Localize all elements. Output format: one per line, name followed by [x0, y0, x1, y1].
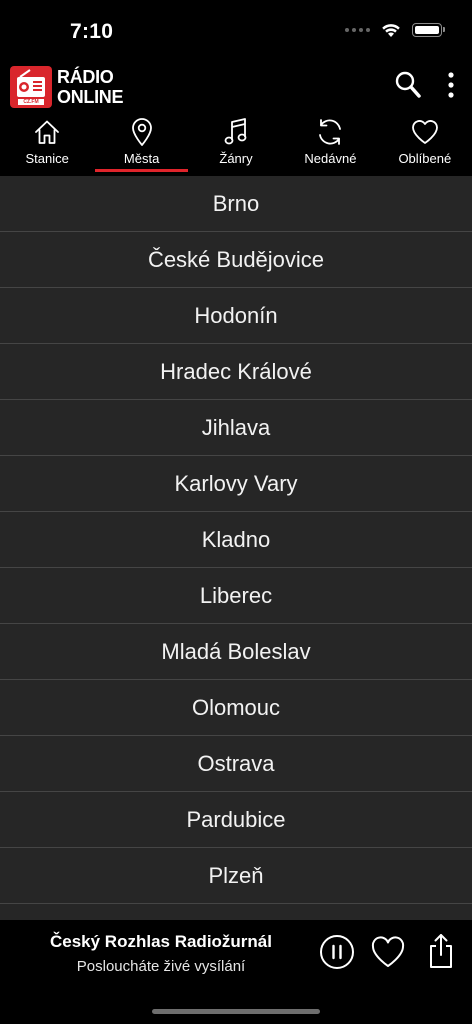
city-list[interactable]: Brno České Budějovice Hodonín Hradec Krá…: [0, 176, 472, 920]
city-item[interactable]: Brno: [0, 176, 472, 232]
logo-wordmark: RÁDIO ONLINE: [57, 67, 124, 107]
status-icons: [345, 22, 445, 38]
pause-button[interactable]: [319, 934, 355, 970]
now-playing-station: Český Rozhlas Radiožurnál: [49, 932, 272, 951]
tab-mesta[interactable]: Města: [94, 116, 189, 176]
tab-label: Žánry: [219, 151, 253, 166]
home-indicator[interactable]: [152, 1009, 320, 1014]
city-item[interactable]: Hodonín: [0, 288, 472, 344]
city-item[interactable]: Pardubice: [0, 792, 472, 848]
city-item[interactable]: Liberec: [0, 568, 472, 624]
tab-oblibene[interactable]: Oblíbené: [378, 116, 472, 176]
refresh-icon: [319, 119, 342, 145]
tab-zanry[interactable]: Žánry: [189, 116, 283, 176]
category-tabs: Stanice Města Žánry Nedávné Oblíbené: [0, 116, 472, 176]
city-item[interactable]: Ostrava: [0, 736, 472, 792]
status-time: 7:10: [70, 20, 114, 43]
music-note-icon: [224, 118, 247, 145]
city-item[interactable]: Hradec Králové: [0, 344, 472, 400]
app-header: CZ.FM RÁDIO ONLINE: [0, 60, 472, 116]
search-icon[interactable]: [394, 70, 422, 100]
logo-badge: CZ.FM: [23, 99, 39, 105]
tab-label: Města: [123, 151, 160, 166]
logo-line-1: RÁDIO: [57, 67, 114, 87]
city-item[interactable]: Olomouc: [0, 680, 472, 736]
radio-logo-icon: CZ.FM: [10, 66, 52, 108]
status-bar: 7:10: [0, 0, 472, 60]
now-playing-bar[interactable]: Český Rozhlas Radiožurnál Posloucháte ži…: [0, 920, 472, 1024]
cellular-signal-icon: [345, 28, 370, 32]
tab-stanice[interactable]: Stanice: [0, 116, 94, 176]
tab-label: Oblíbené: [398, 151, 452, 166]
home-icon: [35, 120, 60, 144]
city-item[interactable]: Jihlava: [0, 400, 472, 456]
tab-label: Nedávné: [304, 151, 357, 166]
share-button[interactable]: [427, 932, 455, 970]
favorite-heart-button[interactable]: [370, 935, 406, 969]
wifi-icon: [382, 24, 400, 37]
city-item[interactable]: Kladno: [0, 512, 472, 568]
city-item[interactable]: Karlovy Vary: [0, 456, 472, 512]
tab-nedavne[interactable]: Nedávné: [283, 116, 377, 176]
logo-line-2: ONLINE: [57, 87, 124, 107]
city-item[interactable]: České Budějovice: [0, 232, 472, 288]
now-playing-status: Posloucháte živé vysílání: [76, 958, 246, 975]
header-actions: [394, 70, 454, 100]
app-logo: CZ.FM RÁDIO ONLINE: [10, 66, 124, 108]
city-item[interactable]: [0, 904, 472, 920]
more-options-icon[interactable]: [448, 71, 454, 99]
city-item[interactable]: Mladá Boleslav: [0, 624, 472, 680]
tab-label: Stanice: [25, 151, 69, 166]
battery-icon: [412, 23, 445, 37]
city-item[interactable]: Plzeň: [0, 848, 472, 904]
heart-icon: [411, 120, 438, 144]
location-pin-icon: [131, 118, 152, 146]
